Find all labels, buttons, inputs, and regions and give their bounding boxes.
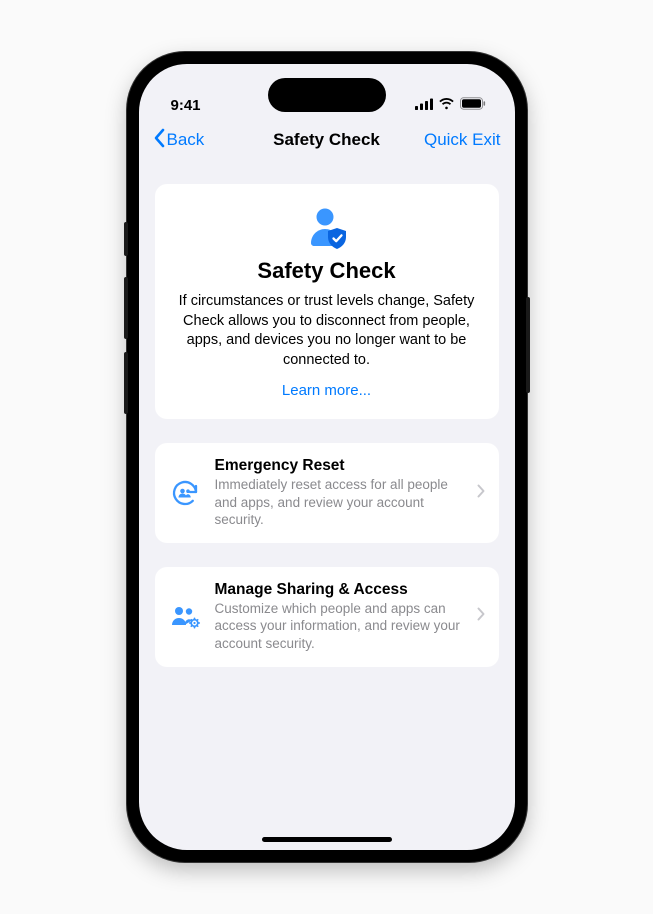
chevron-right-icon bbox=[477, 484, 485, 503]
wifi-icon bbox=[438, 97, 455, 114]
emergency-reset-title: Emergency Reset bbox=[215, 457, 463, 475]
learn-more-link[interactable]: Learn more... bbox=[175, 382, 479, 399]
cellular-icon bbox=[415, 97, 433, 114]
power-button bbox=[526, 297, 530, 393]
manage-sharing-desc: Customize which people and apps can acce… bbox=[215, 600, 463, 653]
manage-sharing-icon bbox=[169, 604, 201, 630]
emergency-reset-desc: Immediately reset access for all people … bbox=[215, 476, 463, 529]
emergency-reset-icon bbox=[169, 478, 201, 508]
manage-sharing-row[interactable]: Manage Sharing & Access Customize which … bbox=[155, 567, 499, 667]
chevron-right-icon bbox=[477, 607, 485, 626]
manage-sharing-text: Manage Sharing & Access Customize which … bbox=[215, 581, 463, 653]
emergency-reset-row[interactable]: Emergency Reset Immediately reset access… bbox=[155, 443, 499, 543]
status-right bbox=[415, 97, 487, 114]
quick-exit-button[interactable]: Quick Exit bbox=[424, 130, 501, 150]
nav-bar: Back Safety Check Quick Exit bbox=[139, 118, 515, 162]
phone-frame: 9:41 Back Safety Check Qu bbox=[127, 52, 527, 862]
back-button[interactable]: Back bbox=[153, 128, 205, 153]
content-area: Safety Check If circumstances or trust l… bbox=[139, 162, 515, 850]
battery-icon bbox=[460, 97, 487, 114]
back-label: Back bbox=[167, 130, 205, 150]
status-time: 9:41 bbox=[171, 97, 201, 114]
hero-description: If circumstances or trust levels change,… bbox=[175, 292, 479, 370]
screen: 9:41 Back Safety Check Qu bbox=[139, 64, 515, 850]
manage-sharing-title: Manage Sharing & Access bbox=[215, 581, 463, 599]
safety-check-icon bbox=[175, 206, 479, 250]
intro-card: Safety Check If circumstances or trust l… bbox=[155, 184, 499, 419]
side-button bbox=[124, 222, 128, 256]
volume-down-button bbox=[124, 352, 128, 414]
emergency-reset-text: Emergency Reset Immediately reset access… bbox=[215, 457, 463, 529]
page-title: Safety Check bbox=[273, 130, 380, 150]
chevron-left-icon bbox=[153, 128, 165, 153]
home-indicator[interactable] bbox=[262, 837, 392, 842]
volume-up-button bbox=[124, 277, 128, 339]
hero-title: Safety Check bbox=[175, 258, 479, 284]
dynamic-island bbox=[268, 78, 386, 112]
